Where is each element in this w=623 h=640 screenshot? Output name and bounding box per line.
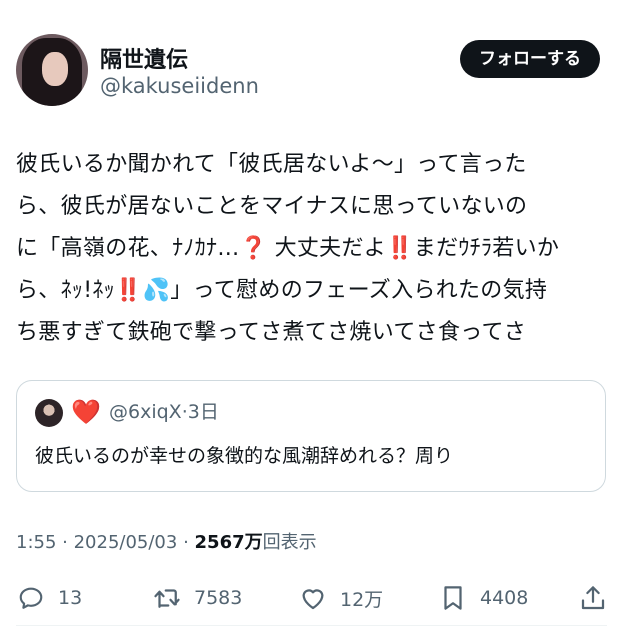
retweet-count: 7583: [194, 587, 243, 609]
tweet-actions: 13 7583 12万 4408: [0, 578, 623, 618]
bookmark-button[interactable]: 4408: [438, 578, 528, 618]
author-avatar[interactable]: [16, 34, 88, 106]
follow-button[interactable]: フォローする: [460, 40, 600, 78]
tweet-text: 彼氏いるか聞かれて「彼氏居ないよ〜」って言った ら、彼氏が居ないことをマイナスに…: [16, 152, 560, 345]
like-button[interactable]: 12万: [298, 578, 383, 618]
views-label: 回表示: [262, 532, 317, 553]
retweet-icon: [154, 589, 180, 608]
tweet-meta: 1:55 · 2025/05/03 · 2567万回表示: [16, 528, 317, 558]
author-handle[interactable]: @kakuseiidenn: [100, 74, 259, 98]
quoted-author-heart-icon: ❤️: [71, 398, 101, 426]
bookmark-count: 4408: [480, 587, 529, 609]
quoted-author-meta: @6xiqX·3日: [109, 395, 219, 429]
heart-icon: [302, 589, 324, 610]
bookmark-icon: [444, 586, 462, 610]
retweet-button[interactable]: 7583: [152, 578, 242, 618]
reply-button[interactable]: 13: [16, 578, 82, 618]
quoted-tweet[interactable]: ❤️ @6xiqX·3日 彼氏いるのが幸せの象徴的な風潮辞めれる？周り: [16, 380, 606, 492]
views-count: 2567万: [194, 532, 263, 553]
quoted-author-avatar: [35, 399, 63, 427]
author-display-name[interactable]: 隔世遺伝: [100, 42, 188, 74]
meta-separator: ·: [177, 532, 195, 553]
share-button[interactable]: [578, 578, 608, 618]
quoted-tweet-text: 彼氏いるのが幸せの象徴的な風潮辞めれる？周り: [35, 445, 454, 467]
like-count: 12万: [340, 588, 384, 611]
tweet-time[interactable]: 1:55: [16, 532, 56, 553]
share-icon: [581, 586, 605, 610]
meta-separator: ·: [56, 532, 74, 553]
divider: [16, 625, 607, 626]
reply-icon: [19, 587, 43, 609]
avatar-face: [42, 52, 68, 86]
quoted-time: 3日: [187, 401, 219, 423]
quoted-author-handle: @6xiqX: [109, 401, 182, 423]
tweet-date[interactable]: 2025/05/03: [74, 532, 178, 553]
tweet-header: 隔世遺伝 @kakuseiidenn フォローする: [16, 34, 600, 110]
reply-count: 13: [58, 587, 83, 609]
